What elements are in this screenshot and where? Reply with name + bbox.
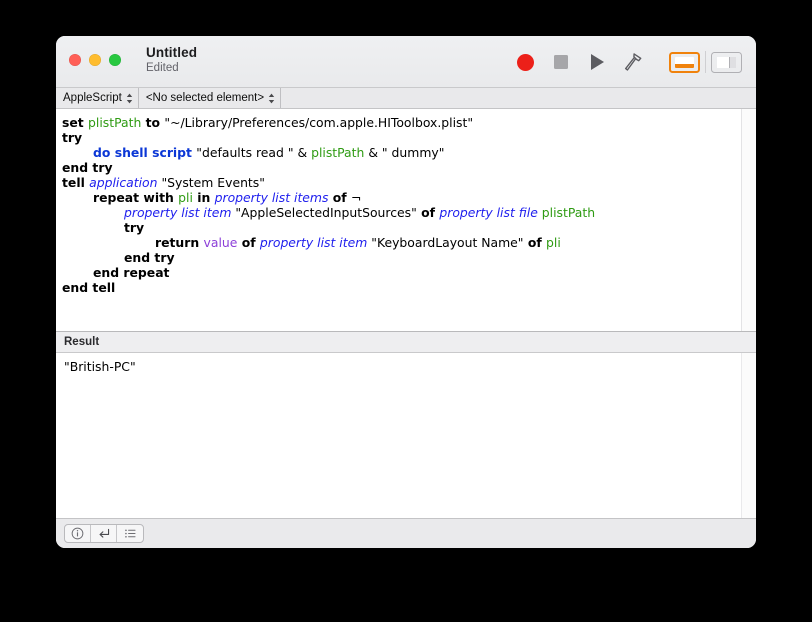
code-token-cls: property list file — [439, 205, 538, 220]
toggle-sidebar-button[interactable] — [711, 51, 742, 73]
bottom-toolbar — [56, 518, 756, 548]
zoom-button[interactable] — [109, 54, 121, 66]
code-token-var: pli — [546, 235, 561, 250]
result-pane-header: Result — [56, 332, 756, 353]
code-token-str: "AppleSelectedInputSources" — [235, 205, 417, 220]
code-token-str: "KeyboardLayout Name" — [371, 235, 524, 250]
element-popup-label: <No selected element> — [145, 92, 265, 104]
stop-button[interactable] — [543, 45, 579, 79]
code-line: return value of property list item "Keyb… — [62, 235, 741, 250]
minimize-button[interactable] — [89, 54, 101, 66]
code-token-kw: try — [124, 220, 145, 235]
pane-selector-group — [64, 524, 144, 543]
code-token-str: "~/Library/Preferences/com.apple.HIToolb… — [164, 115, 474, 130]
code-line: end try — [62, 160, 741, 175]
code-token-op: & — [293, 145, 312, 160]
script-header-bar: AppleScript <No selected element> — [56, 88, 756, 109]
code-token-kw: end try — [124, 250, 175, 265]
bottom-pane-icon — [675, 56, 694, 68]
code-token-var: pli — [178, 190, 193, 205]
code-token-str: "defaults read " — [196, 145, 294, 160]
code-token-var: plistPath — [311, 145, 365, 160]
document-edited-status: Edited — [146, 62, 179, 74]
code-token-cls: property list item — [259, 235, 368, 250]
code-token-cmd: do shell script — [93, 145, 197, 160]
code-editor[interactable]: set plistPath to "~/Library/Preferences/… — [56, 109, 741, 331]
description-tab-button[interactable] — [65, 525, 91, 542]
sidebar-icon — [717, 56, 736, 68]
return-arrow-icon — [99, 528, 109, 538]
code-token-str: " dummy" — [381, 145, 445, 160]
code-token-op: ¬ — [350, 190, 362, 205]
code-token-kw: end tell — [62, 280, 116, 295]
code-token-cls: application — [89, 175, 158, 190]
code-line: property list item "AppleSelectedInputSo… — [62, 205, 741, 220]
code-token-kw: of — [416, 205, 440, 220]
window-title-block: Untitled Edited — [146, 45, 197, 74]
list-icon — [124, 529, 136, 538]
editor-vertical-scrollbar[interactable] — [741, 109, 756, 331]
code-token-var: plistPath — [541, 205, 596, 220]
hammer-icon — [624, 53, 642, 71]
info-icon — [71, 527, 84, 540]
code-token-op: & — [364, 145, 382, 160]
code-token-kw: of — [523, 235, 547, 250]
code-line: do shell script "defaults read " & plist… — [62, 145, 741, 160]
code-token-str: "System Events" — [161, 175, 265, 190]
code-token-kw: set — [62, 115, 89, 130]
run-button[interactable] — [579, 45, 615, 79]
code-line: end repeat — [62, 265, 741, 280]
code-line: tell application "System Events" — [62, 175, 741, 190]
code-editor-area: set plistPath to "~/Library/Preferences/… — [56, 109, 756, 332]
chevron-updown-icon — [126, 93, 133, 104]
toolbar — [507, 36, 742, 88]
language-popup-button[interactable]: AppleScript — [56, 88, 139, 108]
result-pane: "British-PC" — [56, 353, 756, 518]
page-title: Untitled — [146, 45, 198, 60]
code-token-kw: return — [155, 235, 204, 250]
code-line: repeat with pli in property list items o… — [62, 190, 741, 205]
traffic-light-group — [69, 54, 121, 66]
language-popup-label: AppleScript — [63, 92, 122, 104]
code-token-kw: in — [192, 190, 215, 205]
toolbar-separator — [705, 51, 706, 73]
code-token-kw: to — [141, 115, 165, 130]
script-editor-window: Untitled Edited AppleScript <No selected… — [56, 36, 756, 548]
code-token-kw: end repeat — [93, 265, 170, 280]
play-icon — [590, 54, 604, 70]
code-token-kw: tell — [62, 175, 90, 190]
result-value: "British-PC" — [64, 359, 136, 374]
code-line: end try — [62, 250, 741, 265]
result-header-label: Result — [64, 336, 100, 348]
window-titlebar: Untitled Edited — [56, 36, 756, 88]
script-header-filler — [281, 88, 756, 108]
close-button[interactable] — [69, 54, 81, 66]
code-token-kw: try — [62, 130, 83, 145]
compile-button[interactable] — [615, 45, 651, 79]
code-line: end tell — [62, 280, 741, 295]
code-token-cls: property list items — [214, 190, 329, 205]
code-token-kw: of — [328, 190, 351, 205]
code-token-prop: value — [203, 235, 238, 250]
code-token-kw: repeat with — [93, 190, 179, 205]
element-popup-button[interactable]: <No selected element> — [139, 88, 282, 108]
code-token-cls: property list item — [124, 205, 232, 220]
code-token-var: plistPath — [88, 115, 142, 130]
code-token-kw: of — [237, 235, 260, 250]
result-vertical-scrollbar[interactable] — [741, 353, 756, 518]
result-tab-button[interactable] — [91, 525, 117, 542]
code-line: try — [62, 220, 741, 235]
code-line: set plistPath to "~/Library/Preferences/… — [62, 115, 741, 130]
record-icon — [516, 53, 534, 71]
chevron-updown-icon-2 — [268, 93, 275, 104]
toggle-bottom-pane-button[interactable] — [669, 51, 700, 73]
stop-icon — [554, 55, 568, 69]
code-token-kw: end try — [62, 160, 113, 175]
record-button[interactable] — [507, 45, 543, 79]
code-line: try — [62, 130, 741, 145]
log-tab-button[interactable] — [117, 525, 143, 542]
